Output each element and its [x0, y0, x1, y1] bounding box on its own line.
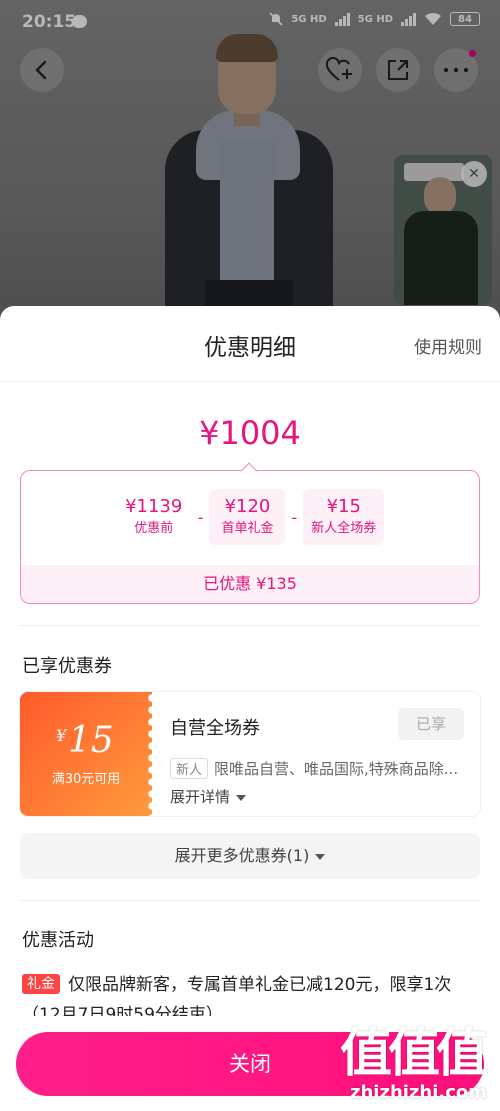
coupon-condition: 满30元可用 [51, 772, 121, 787]
minus-sign: - [291, 507, 298, 527]
breakdown-amount: ¥1139 [125, 496, 183, 517]
breakdown-label: 新人全场券 [311, 521, 377, 536]
minus-sign: - [197, 507, 204, 527]
newcomer-tag: 新人 [170, 758, 209, 779]
header-divider [0, 381, 500, 382]
total-saved: 已优惠 ¥135 [21, 565, 479, 603]
chevron-down-icon [315, 853, 326, 860]
breakdown-amount: ¥120 [224, 496, 271, 517]
coupons-section-title: 已享优惠券 [22, 656, 112, 677]
expand-details-button[interactable]: 展开详情 [170, 786, 247, 807]
breakdown-items: ¥1139 优惠前 - ¥120 首单礼金 - ¥15 新人全场券 [21, 489, 479, 545]
discount-details-sheet: 优惠明细 使用规则 ¥1004 ¥1139 优惠前 - ¥120 首单礼金 - … [0, 306, 500, 1111]
chevron-down-icon [236, 794, 247, 801]
coupon-currency: ¥ [56, 726, 67, 745]
breakdown-label: 首单礼金 [221, 521, 274, 536]
breakdown-item-original: ¥1139 优惠前 [116, 489, 192, 545]
watermark: 值值值 zhizhizhi.com [340, 1026, 500, 1111]
coupon-description-text: 限唯品自营、唯品国际,特殊商品除... [214, 760, 459, 778]
section-divider [20, 625, 480, 626]
coupon-value: 15 [68, 720, 114, 761]
section-divider [20, 900, 480, 901]
watermark-url: zhizhizhi.com [350, 1082, 488, 1103]
coupon-status-badge: 已享 [398, 708, 464, 740]
coupon-name: 自营全场券 [170, 718, 260, 739]
breakdown-item-newcomer-coupon: ¥15 新人全场券 [303, 489, 385, 545]
breakdown-amount: ¥15 [326, 496, 361, 517]
expand-details-label: 展开详情 [170, 788, 231, 806]
watermark-logo: 值值值 [340, 1024, 488, 1084]
coupon-card: ¥ 15 满30元可用 自营全场券 已享 新人 限唯品自营、唯品国际,特殊商品除.… [20, 692, 480, 816]
price-breakdown: ¥1139 优惠前 - ¥120 首单礼金 - ¥15 新人全场券 已优惠 ¥1… [20, 470, 480, 604]
final-price: ¥1004 [199, 414, 301, 452]
breakdown-item-first-order: ¥120 首单礼金 [209, 489, 286, 545]
breakdown-label: 优惠前 [134, 521, 174, 536]
coupon-description: 新人 限唯品自营、唯品国际,特殊商品除... [170, 758, 470, 779]
expand-more-coupons-button[interactable]: 展开更多优惠券(1) [20, 833, 480, 879]
gift-tag: 礼金 [22, 974, 60, 994]
coupon-value-panel: ¥ 15 满30元可用 [20, 692, 158, 816]
usage-rules-link[interactable]: 使用规则 [414, 333, 482, 358]
activity-section-title: 优惠活动 [22, 930, 94, 951]
expand-more-coupons-label: 展开更多优惠券(1) [174, 846, 310, 865]
